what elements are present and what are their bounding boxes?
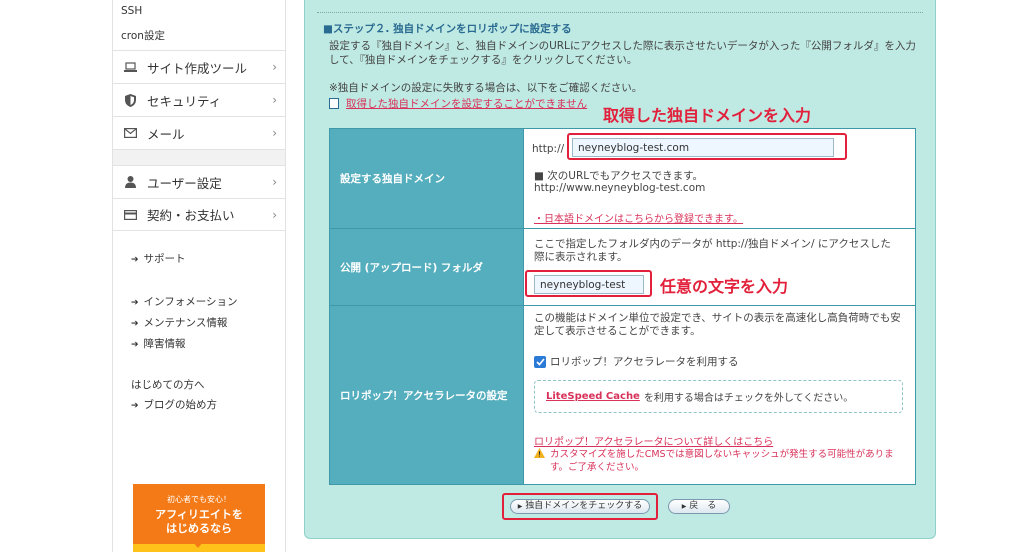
accelerator-description: この機能はドメイン単位で設定でき、サイトの表示を高速化し高負荷時でも安 定して表… xyxy=(534,312,901,338)
chevron-right-icon: › xyxy=(272,126,277,140)
user-icon xyxy=(123,175,137,189)
arrow-right-icon: ➔ xyxy=(131,319,139,329)
accelerator-more-link[interactable]: ロリポップ！アクセラレータについて詳しくはこちら xyxy=(534,433,773,448)
cms-warning-line: す。ご了承ください。 xyxy=(550,462,645,473)
help-link[interactable]: 取得した独自ドメインを設定することができません xyxy=(329,96,587,111)
cms-warning-line: カスタマイズを施したCMSでは意図しないキャッシュが発生する可能性がありま xyxy=(550,449,894,460)
chevron-right-icon: › xyxy=(272,208,277,222)
sidebar-link-label: インフォメーション xyxy=(143,296,238,308)
annotation-domain: 取得した独自ドメインを入力 xyxy=(603,106,812,125)
jp-domain-link[interactable]: ・日本語ドメインはこちらから登録できます。 xyxy=(534,210,743,225)
domain-label: 設定する独自ドメイン xyxy=(330,129,523,228)
sidebar-item-site-tools[interactable]: サイト作成ツール › xyxy=(113,50,285,83)
form-row-accelerator: ロリポップ！アクセラレータの設定 この機能はドメイン単位で設定でき、サイトの表示… xyxy=(330,306,915,484)
litespeed-notice-text: を利用する場合はチェックを外してください。 xyxy=(643,393,854,404)
sidebar-item-label: セキュリティ xyxy=(147,93,222,109)
sidebar-link-label: 障害情報 xyxy=(143,338,186,350)
domain-form-table: 設定する独自ドメイン http:// ■ 次のURLでもアクセスできます。 ht… xyxy=(329,128,916,485)
accelerator-label: ロリポップ！アクセラレータの設定 xyxy=(330,306,523,484)
folder-label: 公開 (アップロード) フォルダ xyxy=(330,229,523,305)
sidebar-item-contract[interactable]: 契約・お支払い › xyxy=(113,198,285,231)
sidebar-item-user-settings[interactable]: ユーザー設定 › xyxy=(113,165,285,198)
banner-line1: アフィリエイトを xyxy=(155,508,243,521)
back-button-label: 戻 る xyxy=(689,501,717,511)
cms-warning: カスタマイズを施したCMSでは意図しないキャッシュが発生する可能性がありま す。… xyxy=(534,448,894,474)
www-url: http://www.neyneyblog-test.com xyxy=(534,182,706,194)
accelerator-description-line: 定して表示させることができます。 xyxy=(534,325,701,337)
check-domain-button[interactable]: ▶ 独自ドメインをチェックする xyxy=(510,499,650,514)
http-prefix: http:// xyxy=(532,143,565,155)
checkbox-checked-icon[interactable] xyxy=(534,355,546,368)
sidebar-link-label: ブログの始め方 xyxy=(143,399,218,411)
dotted-divider xyxy=(317,12,923,13)
step-description: 設定する『独自ドメイン』と、独自ドメインのURLにアクセスした際に表示させたいデ… xyxy=(329,39,929,67)
banner-line2: はじめるなら xyxy=(166,522,232,535)
folder-input-highlight xyxy=(525,270,652,297)
sidebar-item-label: ユーザー設定 xyxy=(147,175,222,191)
sidebar-item-mail[interactable]: メール › xyxy=(113,116,285,149)
accelerator-cell: この機能はドメイン単位で設定でき、サイトの表示を高速化し高負荷時でも安 定して表… xyxy=(524,306,915,484)
back-button[interactable]: ▶ 戻 る xyxy=(668,499,730,514)
shield-icon xyxy=(123,93,137,107)
sidebar-link-maintenance[interactable]: ➔ メンテナンス情報 xyxy=(113,313,285,334)
warning-icon xyxy=(534,448,545,474)
sidebar-item-label: メール xyxy=(147,126,185,142)
play-icon: ▶ xyxy=(681,503,687,510)
folder-description-line: ここで指定したフォルダ内のデータが http://独自ドメイン/ にアクセスした xyxy=(534,238,891,250)
also-access-text: ■ 次のURLでもアクセスできます。 xyxy=(534,170,704,182)
accelerator-checkbox-row[interactable]: ロリポップ！アクセラレータを利用する xyxy=(534,354,738,369)
help-link-label: 取得した独自ドメインを設定することができません xyxy=(346,98,588,110)
step-description-line: して、『独自ドメインをチェックする』をクリックしてください。 xyxy=(329,54,638,66)
annotation-folder: 任意の文字を入力 xyxy=(660,277,789,296)
step-title: ■ステップ２. 独自ドメインをロリポップに設定する xyxy=(323,23,572,35)
domain-input-highlight xyxy=(567,133,847,160)
sidebar-item-cron[interactable]: cron設定 xyxy=(113,22,285,50)
failure-note: ※独自ドメインの設定に失敗する場合は、以下をご確認ください。 xyxy=(329,82,643,94)
card-icon xyxy=(123,208,137,222)
check-domain-button-label: 独自ドメインをチェックする xyxy=(525,501,643,511)
document-icon xyxy=(329,98,339,109)
banner-notch xyxy=(193,542,203,548)
sidebar-link-support[interactable]: ➔ サポート xyxy=(113,249,285,270)
mail-icon xyxy=(123,126,137,140)
arrow-right-icon: ➔ xyxy=(131,340,139,350)
folder-description-line: 際に表示されます。 xyxy=(534,251,628,263)
sidebar-item-ssh[interactable]: SSH xyxy=(113,0,285,22)
accelerator-description-line: この機能はドメイン単位で設定でき、サイトの表示を高速化し高負荷時でも安 xyxy=(534,312,901,324)
arrow-right-icon: ➔ xyxy=(131,255,139,265)
sidebar-link-information[interactable]: ➔ インフォメーション xyxy=(113,292,285,313)
banner-small-text: 初心者でも安心！ xyxy=(167,495,231,504)
sidebar-link-outage[interactable]: ➔ 障害情報 xyxy=(113,334,285,355)
play-icon: ▶ xyxy=(517,503,523,510)
laptop-icon xyxy=(123,60,137,74)
sidebar-link-label: メンテナンス情報 xyxy=(143,317,228,329)
chevron-right-icon: › xyxy=(272,60,277,74)
chevron-right-icon: › xyxy=(272,175,277,189)
sidebar-link-blog-guide[interactable]: ➔ ブログの始め方 xyxy=(113,395,285,416)
sidebar-item-label: サイト作成ツール xyxy=(147,60,248,76)
sidebar-divider xyxy=(113,149,285,165)
sidebar-item-label: 契約・お支払い xyxy=(147,208,235,223)
step-description-line: 設定する『独自ドメイン』と、独自ドメインのURLにアクセスした際に表示させたいデ… xyxy=(329,40,916,52)
beginner-heading: はじめての方へ xyxy=(131,379,205,391)
sidebar-item-security[interactable]: セキュリティ › xyxy=(113,83,285,116)
affiliate-banner[interactable]: 初心者でも安心！ アフィリエイトを はじめるなら xyxy=(133,484,265,552)
chevron-right-icon: › xyxy=(272,93,277,107)
litespeed-link[interactable]: LiteSpeed Cache xyxy=(546,391,640,402)
accelerator-checkbox-label: ロリポップ！アクセラレータを利用する xyxy=(550,356,739,368)
litespeed-notice: LiteSpeed Cache を利用する場合はチェックを外してください。 xyxy=(534,380,903,413)
arrow-right-icon: ➔ xyxy=(131,298,139,308)
folder-description: ここで指定したフォルダ内のデータが http://独自ドメイン/ にアクセスした… xyxy=(534,238,891,264)
arrow-right-icon: ➔ xyxy=(131,401,139,411)
domain-setup-panel: ■ステップ２. 独自ドメインをロリポップに設定する 設定する『独自ドメイン』と、… xyxy=(304,0,936,539)
sidebar-link-label: サポート xyxy=(143,253,186,265)
sidebar: SSH cron設定 サイト作成ツール › セキュリティ › メール › ユーザ… xyxy=(112,0,286,552)
